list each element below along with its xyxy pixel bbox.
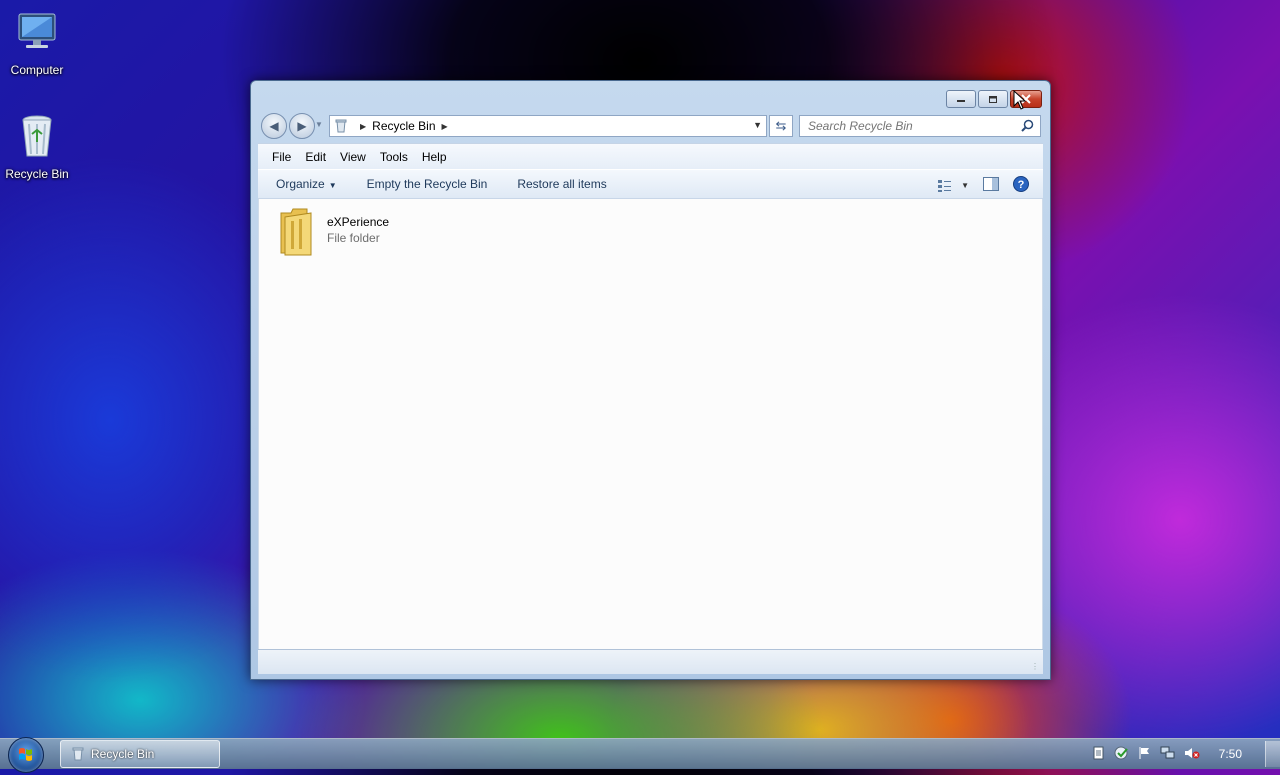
- network-icon[interactable]: [1160, 746, 1176, 760]
- maximize-button[interactable]: [978, 90, 1008, 108]
- change-view-button[interactable]: ▼: [937, 179, 969, 193]
- search-icon[interactable]: [1021, 119, 1034, 132]
- show-desktop-button[interactable]: [1265, 741, 1280, 767]
- menu-view[interactable]: View: [340, 150, 366, 164]
- menu-tools[interactable]: Tools: [380, 150, 408, 164]
- recent-pages-dropdown[interactable]: ▼: [315, 120, 323, 129]
- restore-all-items-button[interactable]: Restore all items: [517, 177, 606, 191]
- view-icon: [938, 179, 952, 192]
- desktop-icon-computer[interactable]: Computer: [0, 8, 74, 77]
- chevron-down-icon: ▼: [961, 181, 969, 190]
- menu-file[interactable]: File: [272, 150, 291, 164]
- breadcrumb-recycle-bin[interactable]: Recycle Bin: [372, 119, 435, 133]
- wallpaper-watermark: [200, 0, 222, 42]
- organize-button[interactable]: Organize ▼: [276, 177, 337, 191]
- search-input[interactable]: [806, 118, 1020, 134]
- help-button[interactable]: ?: [1013, 176, 1029, 195]
- recycle-bin-icon: [22, 115, 52, 157]
- address-bar[interactable]: ▶ Recycle Bin ▶ ▼: [329, 115, 767, 137]
- taskbar-clock[interactable]: 7:50: [1219, 747, 1242, 761]
- resize-grip-icon[interactable]: ⋮: [1031, 662, 1039, 671]
- minimize-button[interactable]: [946, 90, 976, 108]
- maximize-icon: [989, 95, 997, 103]
- refresh-button[interactable]: ⇆: [769, 115, 793, 137]
- item-name: eXPerience: [327, 215, 390, 229]
- taskbar-button-label: Recycle Bin: [91, 747, 155, 761]
- file-list: eXPerience File folder: [258, 199, 1043, 649]
- back-button[interactable]: ◀: [261, 113, 287, 139]
- menu-bar: File Edit View Tools Help: [258, 143, 1043, 169]
- folder-icon: [280, 208, 312, 256]
- computer-icon: [18, 13, 56, 48]
- forward-arrow-icon: ▶: [297, 119, 307, 133]
- list-item[interactable]: eXPerience File folder: [277, 207, 389, 257]
- minimize-icon: [957, 100, 965, 102]
- address-dropdown-icon[interactable]: ▼: [753, 120, 762, 130]
- svg-text:?: ?: [1018, 179, 1025, 191]
- desktop-icon-recycle-bin[interactable]: Recycle Bin: [0, 112, 74, 181]
- volume-muted-icon[interactable]: [1184, 746, 1200, 760]
- chevron-down-icon: ▼: [328, 181, 337, 190]
- empty-recycle-bin-button[interactable]: Empty the Recycle Bin: [367, 177, 488, 191]
- security-check-icon[interactable]: [1114, 746, 1130, 760]
- preview-pane-button[interactable]: [983, 177, 999, 194]
- taskbar-button-recycle-bin[interactable]: Recycle Bin: [60, 740, 220, 768]
- document-icon[interactable]: [1092, 746, 1106, 760]
- caption-buttons: [946, 90, 1042, 108]
- breadcrumb-separator-icon[interactable]: ▶: [442, 122, 448, 131]
- recycle-bin-small-icon: [72, 747, 84, 761]
- item-texts: eXPerience File folder: [327, 207, 389, 245]
- mouse-cursor-icon: [1013, 90, 1027, 110]
- breadcrumb-separator-icon[interactable]: ▶: [360, 122, 366, 131]
- windows-logo-icon: [19, 748, 32, 761]
- menu-help[interactable]: Help: [422, 150, 447, 164]
- flag-icon[interactable]: [1138, 746, 1152, 760]
- system-tray: [1092, 746, 1200, 760]
- details-pane: ⋮: [258, 649, 1043, 674]
- menu-edit[interactable]: Edit: [305, 150, 326, 164]
- command-bar: Organize ▼ Empty the Recycle Bin Restore …: [258, 169, 1043, 199]
- organize-label: Organize: [276, 177, 325, 191]
- desktop-icon-label: Computer: [10, 63, 64, 77]
- desktop-icon-label: Recycle Bin: [5, 167, 69, 181]
- item-type: File folder: [327, 231, 380, 245]
- preview-pane-icon: [983, 177, 999, 191]
- explorer-window: ◀ ▶ ▼ ▶ Recycle Bin ▶ ▼ ⇆ File: [250, 80, 1051, 680]
- taskbar: Recycle Bin 7:50: [0, 737, 1280, 773]
- back-arrow-icon: ◀: [269, 119, 279, 133]
- refresh-icon: ⇆: [775, 118, 787, 133]
- navigation-bar: ◀ ▶ ▼ ▶ Recycle Bin ▶ ▼ ⇆: [259, 113, 1042, 139]
- command-bar-right: ▼ ?: [937, 176, 1029, 195]
- forward-button[interactable]: ▶: [289, 113, 315, 139]
- search-field[interactable]: [799, 115, 1041, 137]
- help-icon: ?: [1013, 176, 1029, 192]
- recycle-bin-small-icon: [335, 119, 347, 133]
